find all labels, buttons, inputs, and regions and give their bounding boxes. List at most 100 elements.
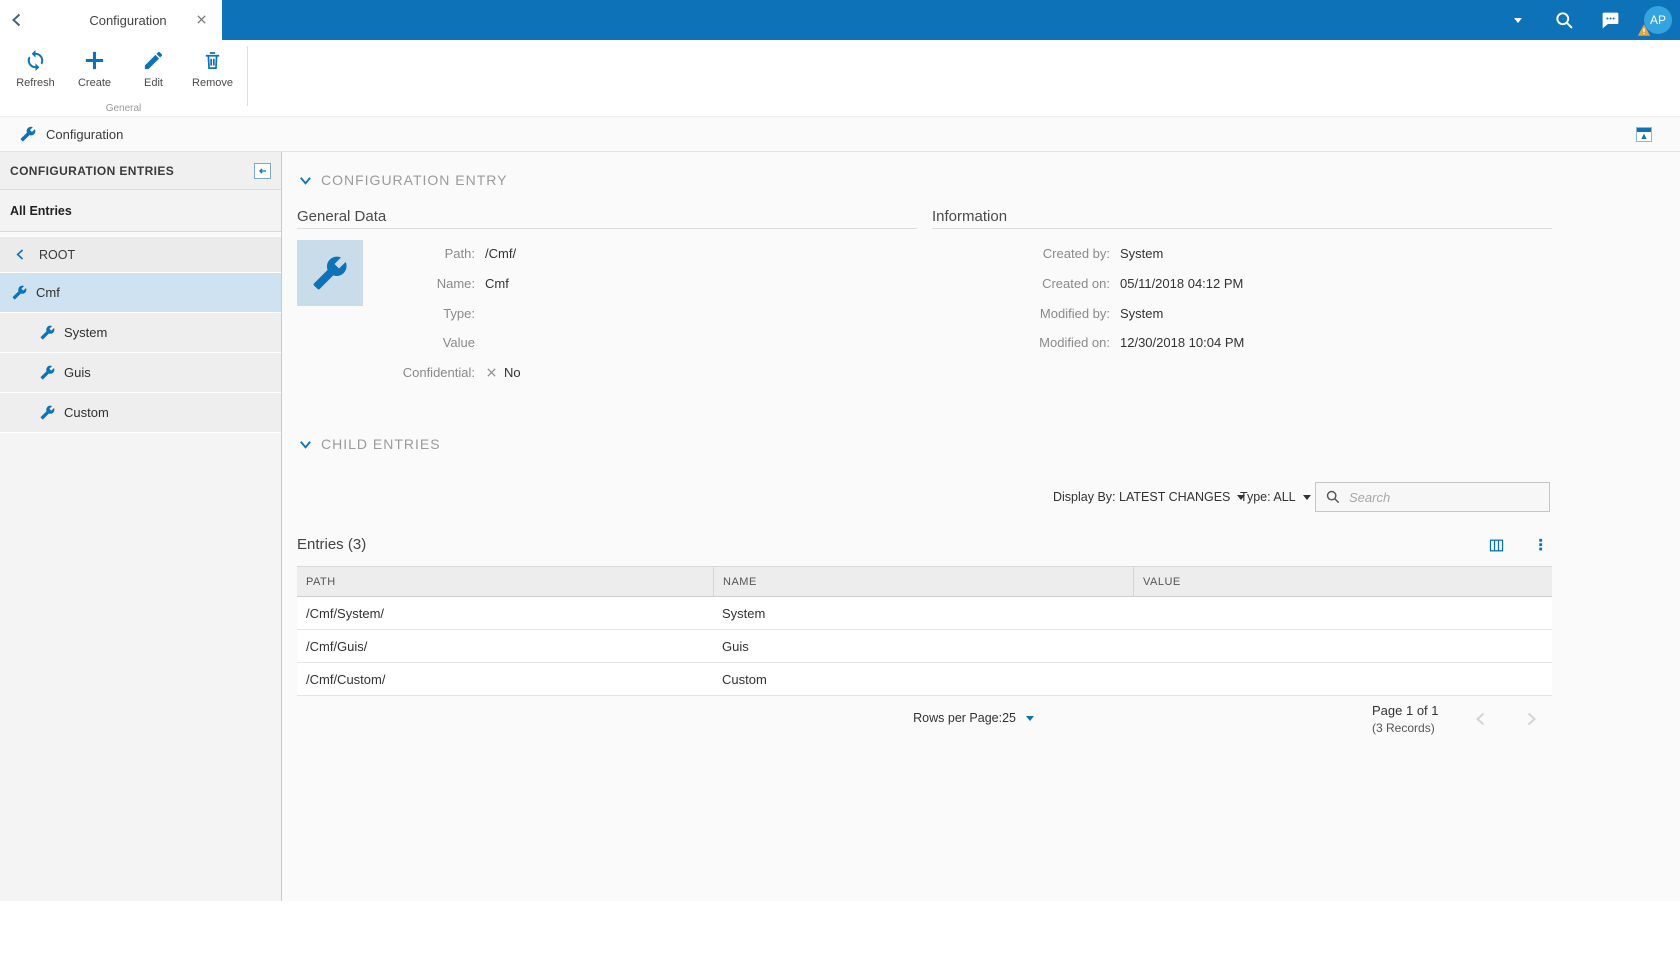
tree-item-custom[interactable]: Custom (0, 393, 281, 433)
section-title: CONFIGURATION ENTRY (321, 172, 508, 188)
grid-tools (1488, 537, 1548, 554)
table-header-row: PATH NAME VALUE (297, 566, 1552, 597)
table-row[interactable]: /Cmf/Custom/ Custom (297, 663, 1552, 696)
rows-per-page-dropdown[interactable]: Rows per Page:25 (913, 711, 1034, 725)
toolbar-group-label: General (105, 103, 142, 114)
wrench-icon (20, 126, 36, 142)
bottom-strip (0, 901, 1680, 965)
entries-count-title: Entries (3) (297, 536, 367, 553)
top-bar: AP (0, 0, 1680, 40)
chevron-right-icon (1523, 711, 1539, 727)
tab-title: Configuration (89, 12, 167, 28)
field-path: Path: /Cmf/ (444, 245, 517, 261)
close-icon (195, 13, 208, 26)
field-value: Value (442, 334, 475, 350)
refresh-button[interactable]: Refresh (6, 40, 65, 89)
plus-icon (83, 49, 106, 72)
field-created-by: Created by: System (1042, 245, 1164, 261)
field-name: Name: Cmf (436, 275, 509, 291)
caret-down-icon (1026, 715, 1034, 721)
global-search-button[interactable] (1552, 8, 1576, 32)
collapse-sidebar-button[interactable] (254, 162, 271, 179)
box-arrow-left-icon (256, 164, 270, 178)
tab-strip: Configuration (0, 0, 222, 40)
sidebar-title: CONFIGURATION ENTRIES (10, 163, 175, 178)
wrench-icon (12, 285, 27, 300)
type-label: Type: (1240, 490, 1271, 504)
display-by-value: LATEST CHANGES (1119, 490, 1231, 504)
sidebar-item-root[interactable]: ROOT (0, 237, 281, 273)
warning-triangle-icon (1637, 23, 1651, 37)
tree-item-cmf[interactable]: Cmf (0, 273, 281, 313)
type-value: ALL (1273, 490, 1296, 504)
search-box (1315, 482, 1550, 512)
kebab-dots-icon[interactable] (1533, 537, 1548, 552)
tab-configuration[interactable]: Configuration (34, 0, 222, 40)
table-columns-icon[interactable] (1488, 537, 1505, 554)
tree-item-guis[interactable]: Guis (0, 353, 281, 393)
back-button[interactable] (0, 0, 34, 40)
topbar-dropdown-button[interactable] (1506, 8, 1530, 32)
ribbon-toolbar: Refresh Create Edit Remove General (0, 40, 1680, 116)
field-created-on: Created on: 05/11/2018 04:12 PM (1042, 275, 1244, 291)
remove-label: Remove (192, 77, 233, 89)
general-data-title: General Data (297, 208, 387, 225)
caret-down-icon (1302, 494, 1311, 500)
general-data-rule (297, 228, 917, 229)
column-header-name[interactable]: NAME (713, 567, 1133, 596)
information-title: Information (932, 208, 1008, 225)
next-page-button[interactable] (1521, 709, 1541, 729)
table-row[interactable]: /Cmf/System/ System (297, 597, 1552, 630)
avatar-initials: AP (1649, 13, 1666, 27)
rows-per-page-label: Rows per Page: (913, 711, 1003, 725)
column-header-path[interactable]: PATH (297, 567, 713, 596)
page-number-text: Page 1 of 1 (1372, 703, 1439, 718)
breadcrumb: Configuration ▲ (0, 116, 1680, 152)
column-header-value[interactable]: VALUE (1133, 567, 1552, 596)
trash-icon (201, 49, 224, 72)
previous-page-button[interactable] (1471, 709, 1491, 729)
chevron-left-icon (1473, 711, 1489, 727)
section-child-entries-toggle[interactable]: CHILD ENTRIES (298, 436, 441, 452)
search-input[interactable] (1349, 489, 1540, 505)
field-modified-on: Modified on: 12/30/2018 10:04 PM (1039, 334, 1245, 350)
create-button[interactable]: Create (65, 40, 124, 89)
chevron-down-icon (298, 173, 313, 188)
search-icon (1554, 10, 1575, 31)
sidebar-header: CONFIGURATION ENTRIES (0, 152, 281, 190)
search-icon (1325, 489, 1341, 505)
breadcrumb-title: Configuration (46, 126, 124, 142)
page-info: Page 1 of 1 (3 Records) (1372, 703, 1439, 735)
section-title: CHILD ENTRIES (321, 436, 441, 452)
sync-arrows-icon (24, 49, 47, 72)
chevron-left-icon (9, 12, 25, 28)
edit-button[interactable]: Edit (124, 40, 183, 89)
type-dropdown[interactable]: Type: ALL (1240, 482, 1311, 512)
field-modified-by: Modified by: System (1039, 305, 1164, 321)
toolbar-group-general: Refresh Create Edit Remove General (0, 40, 247, 116)
chevron-left-icon (14, 248, 27, 261)
user-avatar[interactable]: AP (1644, 6, 1672, 34)
wrench-icon (40, 405, 55, 420)
entries-table: PATH NAME VALUE /Cmf/System/ System /Cmf… (297, 566, 1552, 696)
section-configuration-entry-toggle[interactable]: CONFIGURATION ENTRY (298, 172, 508, 188)
tree-item-system[interactable]: System (0, 313, 281, 353)
chevron-down-icon (298, 437, 313, 452)
sidebar: CONFIGURATION ENTRIES All Entries ROOT C… (0, 152, 282, 901)
pagination: Rows per Page:25 Page 1 of 1 (3 Records) (282, 703, 1680, 743)
main-content: CONFIGURATION ENTRY General Data Informa… (282, 152, 1680, 901)
wrench-icon (40, 325, 55, 340)
field-confidential: Confidential: No (402, 364, 521, 380)
rows-per-page-value: 25 (1002, 711, 1016, 725)
remove-button[interactable]: Remove (183, 40, 242, 89)
edit-label: Edit (144, 77, 163, 89)
restore-panel-button[interactable]: ▲ (1636, 127, 1652, 142)
messages-button[interactable] (1598, 8, 1622, 32)
speech-bubble-icon (1600, 10, 1621, 31)
records-count-text: (3 Records) (1372, 721, 1435, 735)
sidebar-item-all-entries[interactable]: All Entries (0, 190, 281, 232)
information-rule (932, 228, 1552, 229)
table-row[interactable]: /Cmf/Guis/ Guis (297, 630, 1552, 663)
tab-close-button[interactable] (195, 13, 208, 26)
pencil-icon (142, 49, 165, 72)
